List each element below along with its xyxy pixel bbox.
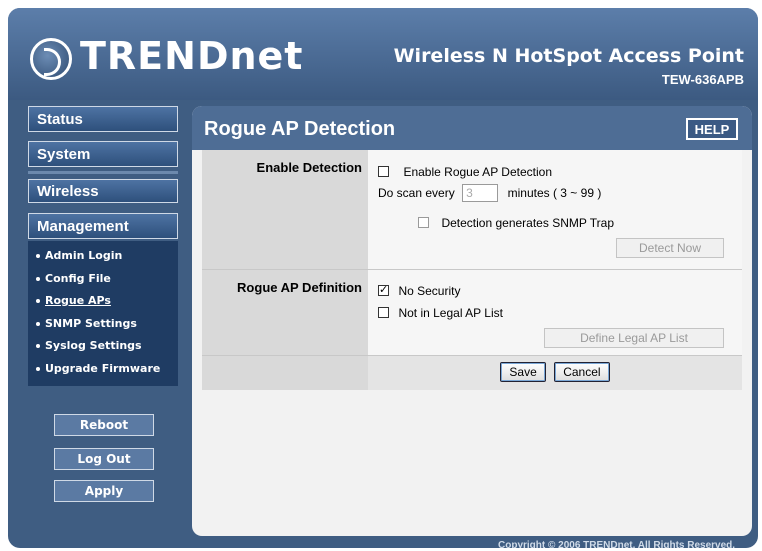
define-legal-ap-list-button[interactable]: Define Legal AP List bbox=[544, 328, 724, 348]
actions-label-cell bbox=[202, 356, 368, 390]
content-panel: Rogue AP Detection HELP Enable Detection… bbox=[192, 106, 752, 536]
no-security-label: No Security bbox=[398, 284, 461, 298]
rogue-definition-value: No Security Not in Legal AP List Define … bbox=[368, 270, 742, 355]
header: TRENDnet Wireless N HotSpot Access Point… bbox=[8, 8, 758, 100]
nav-status[interactable]: Status bbox=[28, 106, 178, 132]
sidebar-item-rogue-aps[interactable]: Rogue APs bbox=[28, 290, 178, 313]
apply-button[interactable]: Apply bbox=[54, 480, 154, 502]
snmp-trap-checkbox[interactable] bbox=[418, 217, 429, 229]
brand-logo: TRENDnet bbox=[80, 34, 304, 78]
product-title: Wireless N HotSpot Access Point bbox=[393, 45, 744, 67]
row-actions: Save Cancel bbox=[202, 356, 742, 390]
bullet-icon bbox=[36, 254, 40, 258]
row-rogue-definition: Rogue AP Definition No Security Not in L… bbox=[202, 270, 742, 356]
enable-rogue-detection-label: Enable Rogue AP Detection bbox=[403, 165, 553, 179]
scan-prefix-text: Do scan every bbox=[378, 186, 455, 201]
product-model: TEW-636APB bbox=[661, 72, 744, 87]
scan-interval-input[interactable]: 3 bbox=[462, 184, 499, 202]
save-button[interactable]: Save bbox=[500, 362, 546, 382]
copyright-text: Copyright © 2006 TRENDnet. All Rights Re… bbox=[498, 540, 736, 548]
not-legal-list-checkbox[interactable] bbox=[378, 307, 389, 319]
row-enable-detection: Enable Detection Enable Rogue AP Detecti… bbox=[202, 150, 742, 270]
bullet-icon bbox=[36, 366, 40, 371]
sidebar-item-upgrade-firmware[interactable]: Upgrade Firmware bbox=[28, 358, 178, 381]
logout-button[interactable]: Log Out bbox=[54, 448, 154, 470]
app-frame: TRENDnet Wireless N HotSpot Access Point… bbox=[8, 8, 758, 548]
cancel-button[interactable]: Cancel bbox=[554, 362, 610, 382]
reboot-button[interactable]: Reboot bbox=[54, 414, 154, 436]
sidebar-item-admin-login[interactable]: Admin Login bbox=[28, 245, 178, 268]
trendnet-logo-icon bbox=[30, 38, 72, 80]
rogue-definition-label: Rogue AP Definition bbox=[202, 270, 368, 355]
nav-divider bbox=[28, 171, 178, 174]
detect-now-button[interactable]: Detect Now bbox=[616, 238, 724, 258]
scan-suffix-text: minutes ( 3 ~ 99 ) bbox=[507, 186, 602, 201]
bullet-icon bbox=[36, 299, 40, 303]
snmp-trap-label: Detection generates SNMP Trap bbox=[441, 216, 614, 230]
bullet-icon bbox=[36, 276, 40, 281]
enable-detection-value: Enable Rogue AP Detection Do scan every … bbox=[368, 150, 742, 269]
help-button[interactable]: HELP bbox=[686, 118, 738, 140]
settings-table: Enable Detection Enable Rogue AP Detecti… bbox=[202, 150, 742, 390]
nav-system[interactable]: System bbox=[28, 141, 178, 167]
management-submenu: Admin Login Config File Rogue APs SNMP S… bbox=[28, 241, 178, 386]
enable-detection-label: Enable Detection bbox=[202, 150, 368, 269]
bullet-icon bbox=[36, 344, 40, 348]
bullet-icon bbox=[36, 321, 40, 326]
sidebar: Status System Wireless Management Admin … bbox=[28, 106, 180, 386]
enable-rogue-detection-checkbox[interactable] bbox=[378, 166, 389, 178]
page-title: Rogue AP Detection bbox=[204, 118, 396, 140]
nav-management[interactable]: Management bbox=[28, 213, 178, 239]
nav-wireless[interactable]: Wireless bbox=[28, 179, 178, 203]
content-header: Rogue AP Detection HELP bbox=[192, 106, 752, 150]
not-legal-list-label: Not in Legal AP List bbox=[398, 306, 503, 320]
sidebar-item-syslog-settings[interactable]: Syslog Settings bbox=[28, 335, 178, 358]
no-security-checkbox[interactable] bbox=[378, 283, 389, 297]
actions-value-cell: Save Cancel bbox=[368, 356, 742, 390]
sidebar-item-config-file[interactable]: Config File bbox=[28, 268, 178, 291]
sidebar-item-snmp-settings[interactable]: SNMP Settings bbox=[28, 313, 178, 336]
